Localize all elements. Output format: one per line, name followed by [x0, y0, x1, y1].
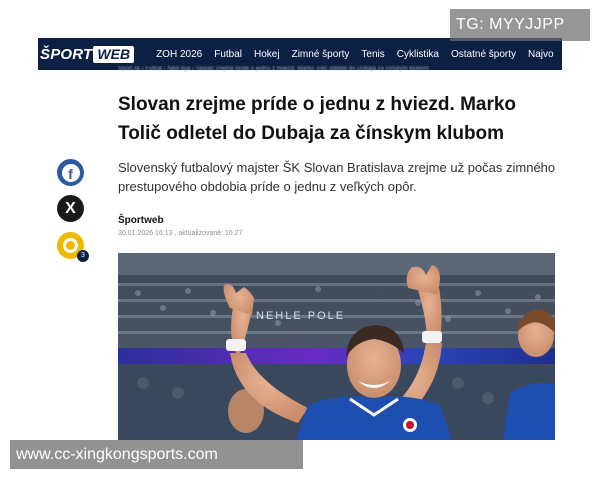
article-dateline: 30.01.2026 16:13 , aktualizované: 16:27 — [118, 230, 243, 237]
nav-item-hokej[interactable]: Hokej — [254, 49, 280, 60]
facebook-icon: f — [61, 163, 80, 182]
main-nav: ZOH 2026 Futbal Hokej Zimné športy Tenis… — [156, 49, 562, 60]
comment-count-badge: 3 — [77, 250, 89, 262]
x-icon: X — [65, 199, 76, 217]
football-celebration-image: NEHLE POLE — [118, 253, 555, 440]
nav-item-zoh[interactable]: ZOH 2026 — [156, 49, 202, 60]
nav-item-najvo[interactable]: Najvo — [528, 49, 554, 60]
nav-item-tenis[interactable]: Tenis — [361, 49, 384, 60]
nav-item-zimne-sporty[interactable]: Zimné športy — [292, 49, 350, 60]
stadium-banner-text: NEHLE POLE — [256, 310, 345, 322]
watermark-bottom: www.cc-xingkongsports.com — [10, 440, 303, 469]
watermark-top: TG: MYYJJPP — [450, 9, 590, 41]
nav-item-cyklistika[interactable]: Cyklistika — [397, 49, 439, 60]
article-headline: Slovan zrejme príde o jednu z hviezd. Ma… — [118, 94, 517, 144]
facebook-share-button[interactable]: f — [57, 159, 84, 186]
nav-item-futbal[interactable]: Futbal — [214, 49, 242, 60]
article-photo[interactable]: NEHLE POLE — [118, 253, 555, 440]
x-share-button[interactable]: X — [57, 195, 84, 222]
article-author[interactable]: Športweb — [118, 215, 164, 226]
logo-web-text: WEB — [93, 45, 135, 63]
article-perex: Slovenský futbalový majster ŠK Slovan Br… — [118, 160, 556, 194]
logo-sport-text: ŠPORT — [40, 45, 93, 63]
nav-item-ostatne-sporty[interactable]: Ostatné športy — [451, 49, 516, 60]
comments-icon — [63, 238, 78, 253]
breadcrumb[interactable]: Šport.sk › Futbal › Niké liga › Slovan z… — [118, 66, 558, 76]
